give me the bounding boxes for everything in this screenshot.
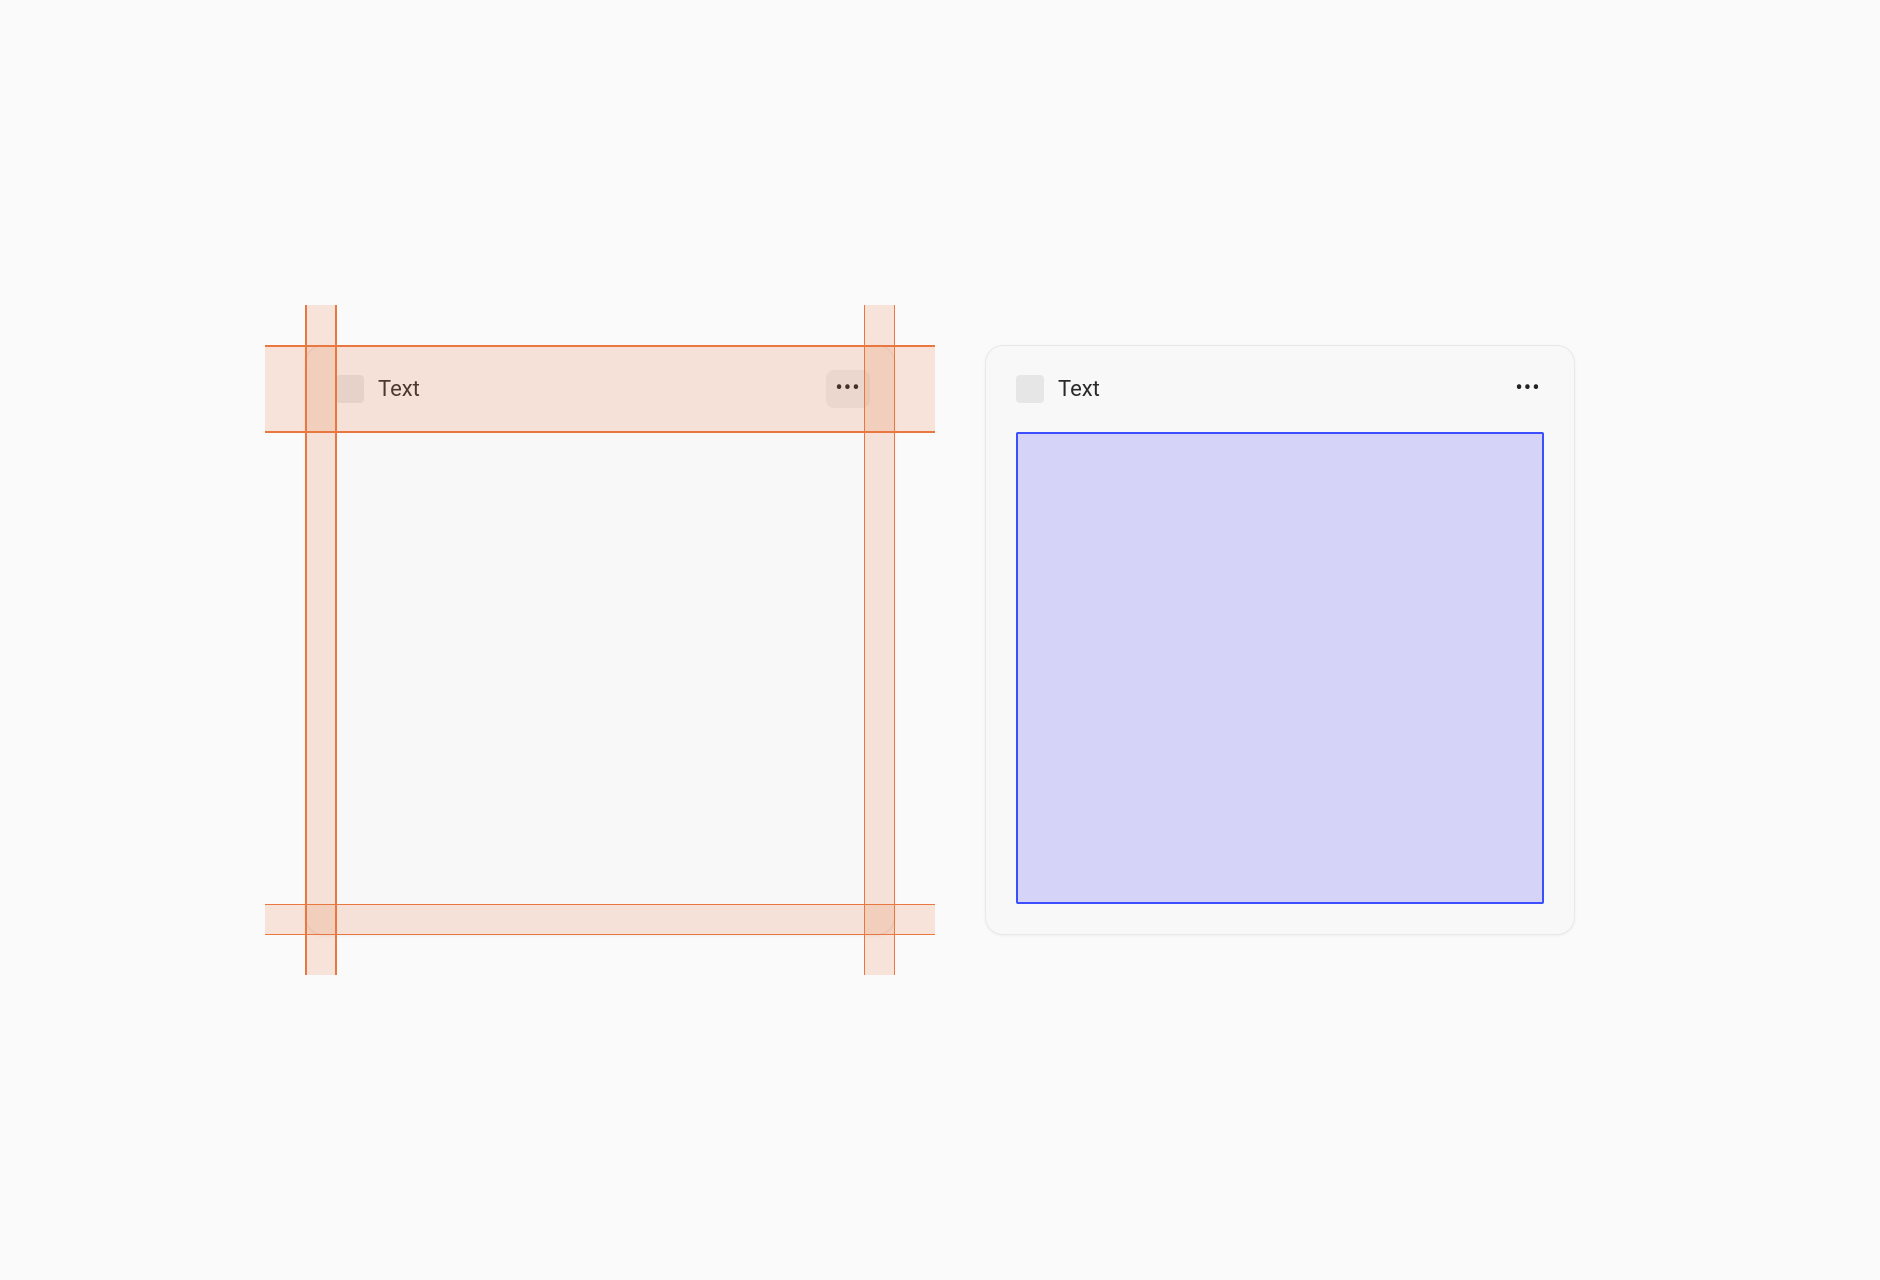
card-icon-placeholder [336, 375, 364, 403]
card-body [986, 432, 1574, 934]
ellipsis-icon: ••• [1515, 378, 1540, 400]
card-wrapper-right: Text ••• [985, 345, 1575, 935]
card-title: Text [1058, 377, 1506, 402]
design-canvas: Text ••• Text [20, 20, 1860, 1260]
card-right[interactable]: Text ••• [985, 345, 1575, 935]
more-button[interactable]: ••• [826, 370, 870, 408]
more-button[interactable]: ••• [1506, 370, 1550, 408]
card-title: Text [378, 377, 826, 402]
card-header: Text ••• [986, 346, 1574, 432]
card-content-area-selected[interactable] [1016, 432, 1544, 904]
card-icon-placeholder [1016, 375, 1044, 403]
card-content-area[interactable] [336, 432, 864, 904]
ellipsis-icon: ••• [835, 378, 860, 400]
card-header: Text ••• [306, 346, 894, 432]
card-wrapper-left: Text ••• [305, 345, 895, 935]
card-body [306, 432, 894, 934]
card-left[interactable]: Text ••• [305, 345, 895, 935]
